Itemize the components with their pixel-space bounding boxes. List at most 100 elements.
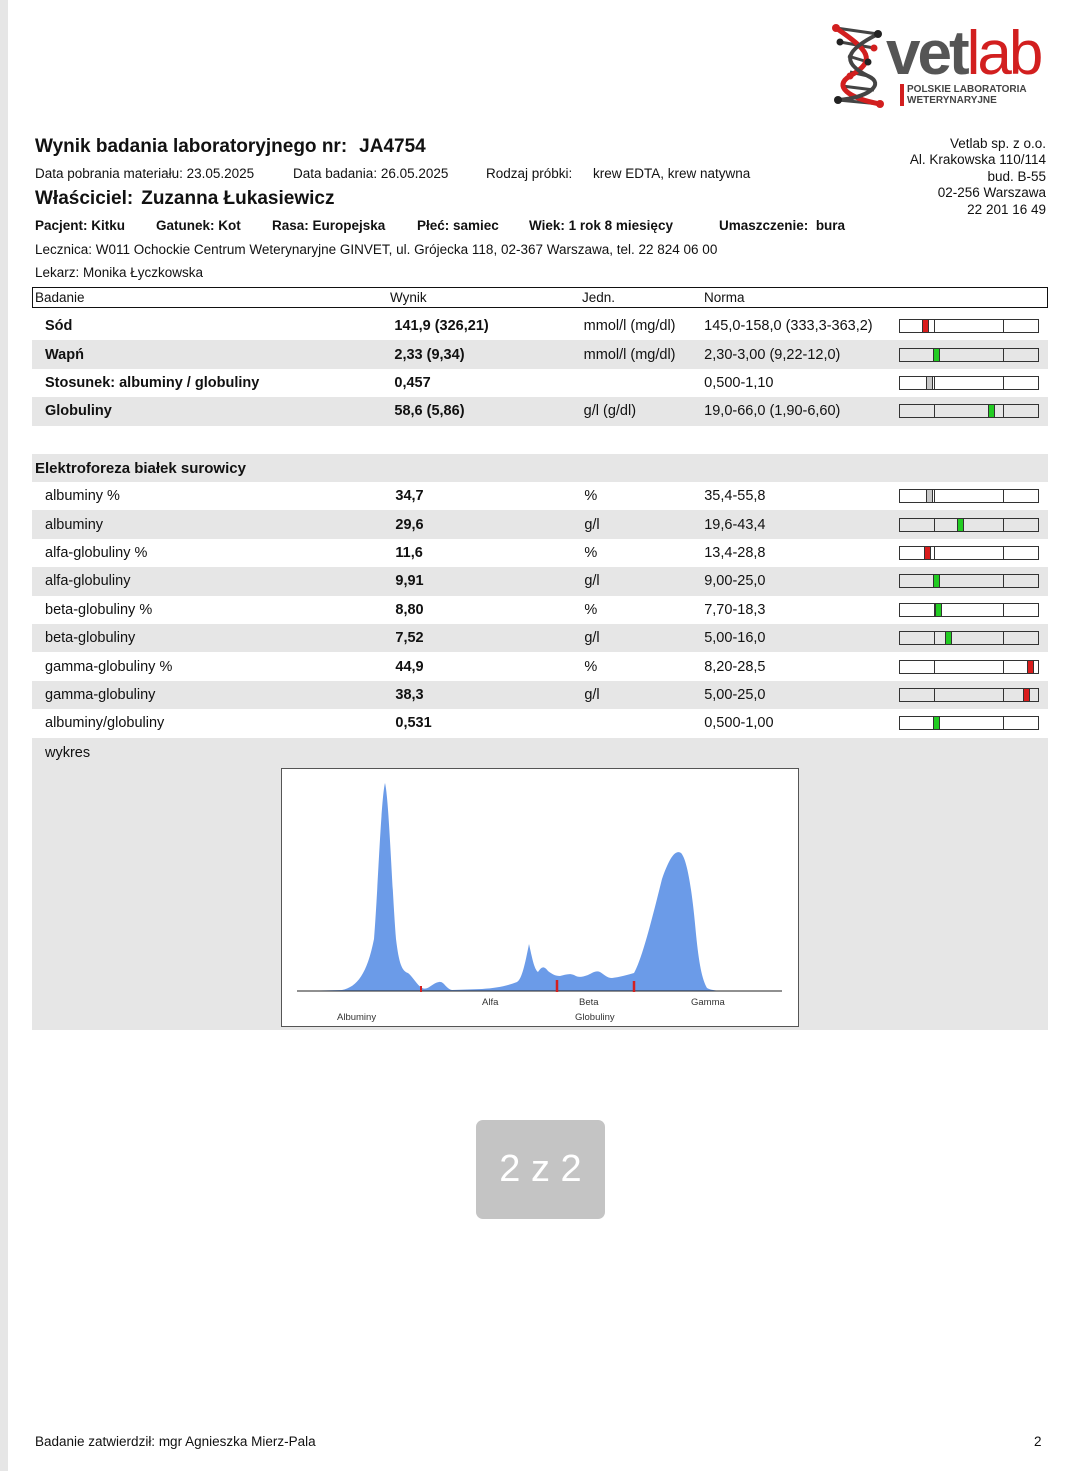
clinic-info: Lecznica: W011 Ochockie Centrum Weteryna…: [35, 242, 718, 257]
test-value: 2,33 (9,34): [394, 340, 584, 369]
range-tick: [1003, 546, 1005, 559]
range-bar: [899, 347, 1040, 362]
result-row: gamma-globuliny 38,3 g/l 5,00-25,0: [32, 680, 1048, 710]
patient-species: Gatunek: Kot: [156, 218, 241, 233]
range-bar-cell: [899, 397, 1048, 426]
result-row: beta-globuliny 7,52 g/l 5,00-16,0: [32, 623, 1048, 653]
test-date: Data badania: 26.05.2025: [293, 166, 449, 181]
test-norm: 8,20-28,5: [704, 658, 766, 675]
range-bar-cell: [899, 369, 1048, 397]
test-value: 7,52: [395, 623, 585, 653]
range-tick: [934, 320, 936, 333]
dna-helix-icon: [832, 24, 884, 108]
range-tick: [934, 490, 936, 503]
range-tick: [934, 518, 936, 531]
range-bar-cell: [899, 709, 1048, 737]
range-tick: [1003, 717, 1005, 730]
graph-label-alfa: Alfa: [482, 997, 499, 1008]
range-tick: [1003, 490, 1005, 503]
range-bar: [899, 319, 1040, 334]
range-marker: [988, 405, 996, 418]
range-tick: [934, 688, 936, 701]
range-marker: [945, 632, 953, 645]
range-bar: [899, 716, 1040, 731]
range-bar: [899, 602, 1040, 617]
range-marker: [933, 348, 941, 361]
range-tick: [1003, 405, 1005, 418]
result-row: gamma-globuliny % 44,9% 8,20-28,5: [32, 652, 1048, 680]
range-marker: [935, 603, 943, 616]
test-unit: g/l (g/dl): [583, 397, 705, 426]
company-building: bud. B-55: [987, 168, 1046, 184]
electrophoresis-graph-area: wykres Albuminy Alfa Beta Gamma Globulin…: [32, 738, 1048, 1030]
result-row: albuminy % 34,7% 35,4-55,8: [32, 482, 1048, 510]
test-name: albuminy %: [45, 488, 120, 505]
owner-name: Zuzanna Łukasiewicz: [141, 188, 335, 209]
logo-subtitle: POLSKIE LABORATORIA WETERYNARYJNE: [900, 84, 1057, 106]
test-norm: 9,00-25,0: [704, 567, 900, 596]
collection-date: Data pobrania materiału: 23.05.2025: [35, 166, 255, 181]
test-unit: %: [584, 601, 598, 618]
test-unit: %: [584, 544, 598, 561]
range-tick: [1003, 575, 1005, 588]
range-bar-cell: [899, 596, 1048, 624]
test-name: gamma-globuliny: [32, 680, 396, 710]
test-unit: g/l: [584, 510, 705, 539]
result-row: albuminy/globuliny 0,531 0,500-1,00: [32, 709, 1048, 737]
range-bar-cell: [899, 680, 1048, 710]
test-value: 8,80: [395, 601, 424, 618]
results-table-header: Badanie Wynik Jedn. Norma: [32, 287, 1048, 308]
test-value: 9,91: [395, 567, 585, 596]
col-test-header: Badanie: [35, 290, 85, 305]
test-unit: g/l: [584, 567, 705, 596]
result-row: alfa-globuliny 9,91 g/l 9,00-25,0: [32, 567, 1048, 596]
range-marker: [1027, 660, 1035, 673]
range-bar-cell: [899, 652, 1048, 680]
electrophoresis-graph: Albuminy Alfa Beta Gamma Globuliny: [281, 768, 799, 1027]
test-name: alfa-globuliny %: [45, 544, 148, 561]
result-row: alfa-globuliny % 11,6% 13,4-28,8: [32, 539, 1048, 567]
graph-label-albuminy: Albuminy: [337, 1012, 377, 1023]
test-unit: mmol/l (mg/dl): [583, 340, 705, 369]
protein-curve: [297, 783, 782, 991]
test-norm: 35,4-55,8: [704, 488, 766, 505]
range-bar-cell: [899, 482, 1048, 510]
test-name: beta-globuliny %: [45, 601, 153, 618]
range-tick: [934, 632, 936, 645]
vetlab-logo: vetlab POLSKIE LABORATORIA WETERYNARYJNE: [828, 19, 1050, 112]
page-indicator-badge: 2 z 2: [476, 1120, 605, 1219]
range-marker: [926, 490, 934, 503]
company-address: Vetlab sp. z o.o. Al. Krakowska 110/114 …: [910, 136, 1046, 218]
range-bar-cell: [899, 539, 1048, 567]
test-unit: g/l: [584, 623, 705, 653]
test-norm: 145,0-158,0 (333,3-363,2): [704, 318, 873, 335]
doctor-info: Lekarz: Monika Łyczkowska: [35, 265, 204, 280]
test-norm: 0,500-1,10: [704, 374, 774, 391]
test-norm: 5,00-16,0: [704, 623, 900, 653]
range-tick: [934, 376, 936, 389]
range-bar-cell: [899, 510, 1048, 539]
graph-label-globuliny: Globuliny: [575, 1012, 615, 1023]
result-row: Wapń 2,33 (9,34) mmol/l (mg/dl) 2,30-3,00 (…: [32, 340, 1048, 369]
test-unit: %: [584, 488, 598, 505]
range-tick: [934, 660, 936, 673]
patient-name: Pacjent: Kitku: [35, 218, 126, 233]
range-tick: [934, 405, 936, 418]
report-number: JA4754: [359, 136, 426, 157]
test-unit: [584, 369, 704, 397]
company-city: 02-256 Warszawa: [937, 185, 1046, 201]
range-bar: [899, 574, 1040, 589]
test-value: 58,6 (5,86): [394, 397, 584, 426]
test-norm: 5,00-25,0: [704, 680, 900, 710]
electrophoresis-section-title: Elektroforeza białek surowicy: [32, 454, 1048, 482]
test-unit: %: [584, 658, 598, 675]
result-row: Stosunek: albuminy / globuliny 0,457 0,500…: [32, 369, 1048, 397]
range-marker: [957, 518, 965, 531]
range-marker: [924, 546, 932, 559]
sample-type-label: Rodzaj próbki:: [486, 166, 573, 181]
company-street: Al. Krakowska 110/114: [909, 152, 1046, 168]
range-bar: [899, 404, 1040, 419]
col-result-header: Wynik: [390, 290, 427, 305]
viewer-left-edge: [0, 0, 8, 1471]
range-marker: [933, 717, 941, 730]
